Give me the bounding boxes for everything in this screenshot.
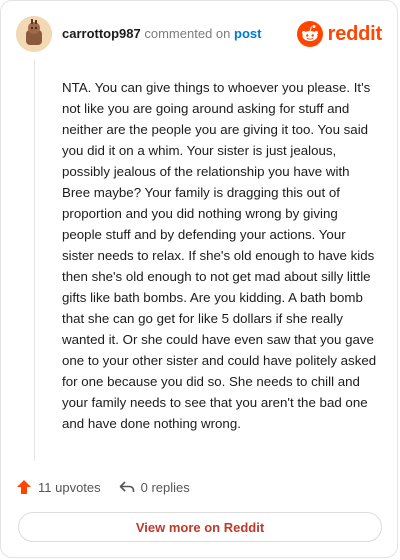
avatar-icon [16, 16, 52, 52]
reply-count: 0 replies [140, 479, 190, 495]
reply-arrow-icon [119, 481, 134, 492]
username[interactable]: carrottop987 [62, 26, 141, 41]
comment-body: NTA. You can give things to whoever you … [62, 80, 377, 431]
upvote-arrow-icon [17, 480, 31, 494]
view-more-button[interactable]: View more on Reddit [18, 512, 382, 542]
comment-embed-card: carrottop987 commented on post reddit NT… [0, 0, 398, 558]
reddit-snoo-icon [296, 21, 323, 47]
upvote-button[interactable]: 11 upvotes [16, 479, 101, 495]
replies-button[interactable]: 0 replies [119, 479, 190, 495]
comment-header: carrottop987 commented on post reddit [16, 16, 382, 52]
thread-line [34, 59, 35, 461]
brand-name: reddit [327, 22, 383, 45]
comment-meta: carrottop987 commented on post [62, 26, 261, 42]
comment-footer: 11 upvotes 0 replies [16, 476, 208, 498]
post-link[interactable]: post [234, 26, 261, 41]
upvote-count: 11 upvotes [38, 479, 101, 495]
action-text: commented on [144, 26, 231, 41]
avatar[interactable] [16, 16, 52, 52]
reddit-logo[interactable]: reddit [296, 21, 383, 47]
